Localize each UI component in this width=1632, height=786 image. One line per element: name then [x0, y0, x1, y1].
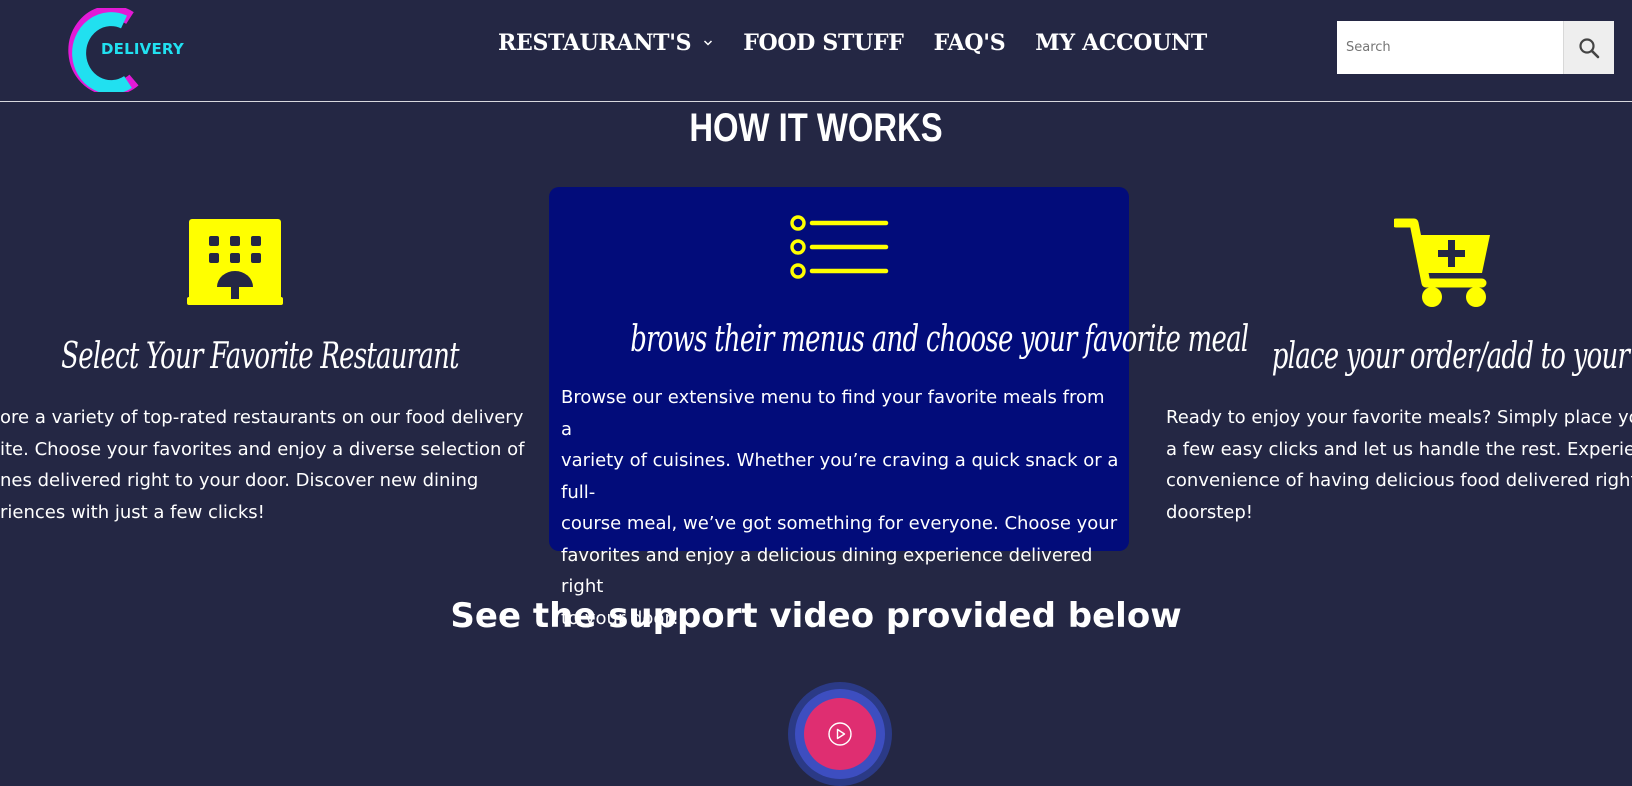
step-heading: brows their menus and choose your favori…: [630, 319, 1249, 360]
site-logo[interactable]: DELIVERY: [68, 8, 188, 92]
step-description-line: a few easy clicks and let us handle the …: [1166, 438, 1632, 460]
step-description-line: nes delivered right to your door. Discov…: [0, 470, 479, 491]
nav-item-label: RESTAURANT'S: [498, 30, 692, 56]
step-description-line: ore a variety of top-rated restaurants o…: [0, 407, 524, 428]
step-description-line: course meal, we’ve got something for eve…: [561, 513, 1118, 534]
step-description-line: Browse our extensive menu to find your f…: [561, 387, 1105, 440]
site-header: DELIVERY RESTAURANT'S FOOD STUFF FAQ'S M…: [0, 0, 1632, 102]
restaurant-building-icon: [187, 219, 283, 305]
logo-text: DELIVERY: [101, 40, 184, 58]
nav-item-label: FOOD STUFF: [743, 30, 904, 56]
video-play-wrapper: [788, 682, 892, 786]
step-description-line: riences with just a few clicks!: [0, 501, 265, 523]
step-description-line: Ready to enjoy your favorite meals? Simp…: [1166, 407, 1632, 428]
chevron-down-icon: [704, 40, 713, 46]
step-description-line: convenience of having delicious food del…: [1166, 470, 1632, 491]
nav-item-label: MY ACCOUNT: [1035, 30, 1207, 56]
section-title: HOW IT WORKS: [689, 106, 943, 150]
menu-list-icon: [790, 215, 889, 279]
cart-plus-icon: [1394, 218, 1490, 307]
search-input[interactable]: [1337, 21, 1563, 74]
step-heading: Select Your Favorite Restaurant: [61, 336, 459, 377]
step-description-line: favorites and enjoy a delicious dining e…: [561, 544, 1093, 598]
step-description-line: doorstep!: [1166, 501, 1254, 523]
step-description-line: ite. Choose your favorites and enjoy a d…: [0, 438, 525, 460]
step-description: ore a variety of top-rated restaurants o…: [0, 402, 560, 528]
step-description: Ready to enjoy your favorite meals? Simp…: [1166, 402, 1632, 527]
nav-item-faqs[interactable]: FAQ'S: [934, 30, 1006, 56]
search-icon: [1579, 37, 1600, 58]
step-card-browse-menu: brows their menus and choose your favori…: [549, 187, 1249, 629]
step-card-select-restaurant: Select Your Favorite Restaurant ore a va…: [0, 187, 550, 527]
video-section-title: See the support video provided below: [450, 596, 1182, 636]
play-icon: [828, 722, 852, 746]
nav-item-restaurants[interactable]: RESTAURANT'S: [498, 30, 713, 56]
step-heading: place your order/add to your cart: [1271, 336, 1632, 377]
nav-item-food-stuff[interactable]: FOOD STUFF: [743, 30, 904, 56]
main-nav: RESTAURANT'S FOOD STUFF FAQ'S MY ACCOUNT: [498, 30, 1207, 56]
nav-item-label: FAQ'S: [933, 30, 1006, 56]
nav-item-my-account[interactable]: MY ACCOUNT: [1035, 30, 1207, 56]
play-video-button[interactable]: [804, 698, 876, 770]
play-ring: [795, 689, 885, 779]
search-box: [1337, 21, 1614, 74]
search-button[interactable]: [1563, 21, 1614, 74]
step-description-line: variety of cuisines. Whether you’re crav…: [561, 450, 1119, 503]
step-card-place-order: place your order/add to your cart Ready …: [1153, 187, 1632, 527]
